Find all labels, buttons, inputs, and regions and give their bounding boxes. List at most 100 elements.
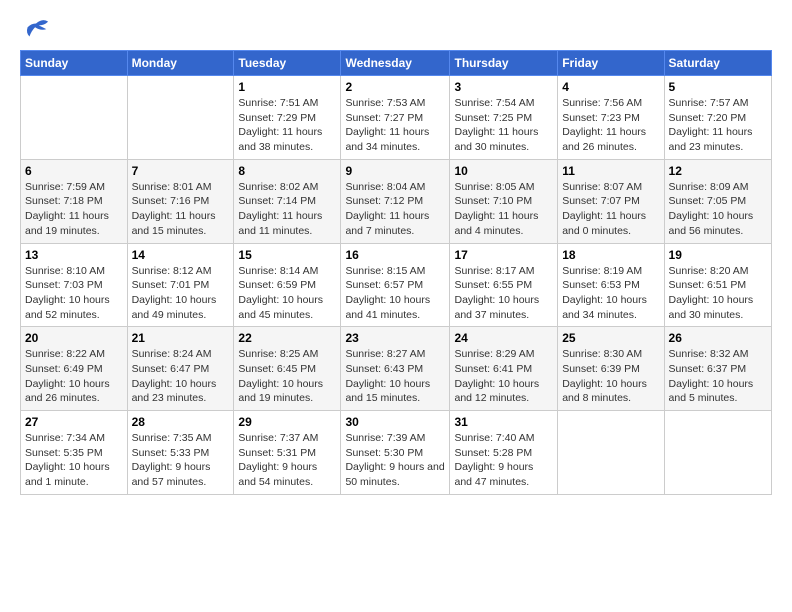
day-info: Sunrise: 7:57 AM Sunset: 7:20 PM Dayligh… — [669, 96, 767, 155]
calendar-cell: 13Sunrise: 8:10 AM Sunset: 7:03 PM Dayli… — [21, 243, 128, 327]
calendar-cell: 14 Sunrise: 8:12 AM Sunset: 7:01 PM Dayli… — [127, 243, 234, 327]
day-number: 7 — [132, 164, 230, 178]
calendar-cell: 20 Sunrise: 8:22 AM Sunset: 6:49 PM Dayli… — [21, 327, 128, 411]
day-info: Sunrise: 8:14 AM Sunset: 6:59 PM Dayligh… — [238, 264, 336, 323]
calendar-week-row: 27 Sunrise: 7:34 AM Sunset: 5:35 PM Dayli… — [21, 411, 772, 495]
calendar-cell: 17Sunrise: 8:17 AM Sunset: 6:55 PM Dayli… — [450, 243, 558, 327]
header — [20, 16, 772, 40]
day-info: Sunrise: 7:40 AM Sunset: 5:28 PM Dayligh… — [454, 431, 553, 490]
day-number: 15 — [238, 248, 336, 262]
day-info: Sunrise: 8:19 AM Sunset: 6:53 PM Dayligh… — [562, 264, 659, 323]
day-info: Sunrise: 7:34 AM Sunset: 5:35 PM Dayligh… — [25, 431, 123, 490]
calendar-cell: 10Sunrise: 8:05 AM Sunset: 7:10 PM Dayli… — [450, 159, 558, 243]
calendar-cell: 7 Sunrise: 8:01 AM Sunset: 7:16 PM Daylig… — [127, 159, 234, 243]
day-number: 2 — [345, 80, 445, 94]
day-info: Sunrise: 8:29 AM Sunset: 6:41 PM Dayligh… — [454, 347, 553, 406]
day-number: 3 — [454, 80, 553, 94]
day-number: 23 — [345, 331, 445, 345]
day-number: 24 — [454, 331, 553, 345]
day-info: Sunrise: 8:12 AM Sunset: 7:01 PM Dayligh… — [132, 264, 230, 323]
day-info: Sunrise: 8:24 AM Sunset: 6:47 PM Dayligh… — [132, 347, 230, 406]
calendar-cell: 31 Sunrise: 7:40 AM Sunset: 5:28 PM Dayli… — [450, 411, 558, 495]
day-of-week-header: Tuesday — [234, 51, 341, 76]
day-number: 25 — [562, 331, 659, 345]
day-info: Sunrise: 7:35 AM Sunset: 5:33 PM Dayligh… — [132, 431, 230, 490]
day-info: Sunrise: 8:02 AM Sunset: 7:14 PM Dayligh… — [238, 180, 336, 239]
calendar-cell: 30 Sunrise: 7:39 AM Sunset: 5:30 PM Dayli… — [341, 411, 450, 495]
calendar-cell: 22Sunrise: 8:25 AM Sunset: 6:45 PM Dayli… — [234, 327, 341, 411]
day-number: 18 — [562, 248, 659, 262]
calendar-cell: 19Sunrise: 8:20 AM Sunset: 6:51 PM Dayli… — [664, 243, 771, 327]
day-info: Sunrise: 8:30 AM Sunset: 6:39 PM Dayligh… — [562, 347, 659, 406]
day-number: 6 — [25, 164, 123, 178]
day-number: 14 — [132, 248, 230, 262]
calendar-cell — [664, 411, 771, 495]
calendar-cell: 9 Sunrise: 8:04 AM Sunset: 7:12 PM Daylig… — [341, 159, 450, 243]
day-number: 21 — [132, 331, 230, 345]
day-number: 11 — [562, 164, 659, 178]
day-of-week-header: Saturday — [664, 51, 771, 76]
calendar-cell: 12 Sunrise: 8:09 AM Sunset: 7:05 PM Dayli… — [664, 159, 771, 243]
page: SundayMondayTuesdayWednesdayThursdayFrid… — [0, 0, 792, 612]
calendar-cell — [127, 76, 234, 160]
day-of-week-header: Friday — [558, 51, 664, 76]
calendar-cell: 25 Sunrise: 8:30 AM Sunset: 6:39 PM Dayli… — [558, 327, 664, 411]
day-number: 29 — [238, 415, 336, 429]
calendar-cell: 18 Sunrise: 8:19 AM Sunset: 6:53 PM Dayli… — [558, 243, 664, 327]
calendar-cell: 15 Sunrise: 8:14 AM Sunset: 6:59 PM Dayli… — [234, 243, 341, 327]
calendar-cell: 28 Sunrise: 7:35 AM Sunset: 5:33 PM Dayli… — [127, 411, 234, 495]
day-info: Sunrise: 8:01 AM Sunset: 7:16 PM Dayligh… — [132, 180, 230, 239]
calendar-cell: 21 Sunrise: 8:24 AM Sunset: 6:47 PM Dayli… — [127, 327, 234, 411]
day-number: 13 — [25, 248, 123, 262]
calendar-week-row: 6 Sunrise: 7:59 AM Sunset: 7:18 PM Daylig… — [21, 159, 772, 243]
day-number: 8 — [238, 164, 336, 178]
calendar-table: SundayMondayTuesdayWednesdayThursdayFrid… — [20, 50, 772, 495]
day-info: Sunrise: 8:22 AM Sunset: 6:49 PM Dayligh… — [25, 347, 123, 406]
day-number: 26 — [669, 331, 767, 345]
day-of-week-header: Wednesday — [341, 51, 450, 76]
calendar-cell: 29 Sunrise: 7:37 AM Sunset: 5:31 PM Dayli… — [234, 411, 341, 495]
day-info: Sunrise: 7:51 AM Sunset: 7:29 PM Dayligh… — [238, 96, 336, 155]
calendar-week-row: 1 Sunrise: 7:51 AM Sunset: 7:29 PM Daylig… — [21, 76, 772, 160]
day-number: 31 — [454, 415, 553, 429]
calendar-cell: 2 Sunrise: 7:53 AM Sunset: 7:27 PM Daylig… — [341, 76, 450, 160]
day-number: 9 — [345, 164, 445, 178]
day-info: Sunrise: 7:54 AM Sunset: 7:25 PM Dayligh… — [454, 96, 553, 155]
calendar-cell: 11Sunrise: 8:07 AM Sunset: 7:07 PM Dayli… — [558, 159, 664, 243]
calendar-cell — [558, 411, 664, 495]
calendar-cell: 23Sunrise: 8:27 AM Sunset: 6:43 PM Dayli… — [341, 327, 450, 411]
day-number: 30 — [345, 415, 445, 429]
day-of-week-header: Monday — [127, 51, 234, 76]
calendar-cell: 24 Sunrise: 8:29 AM Sunset: 6:41 PM Dayli… — [450, 327, 558, 411]
calendar-cell: 4Sunrise: 7:56 AM Sunset: 7:23 PM Daylig… — [558, 76, 664, 160]
day-number: 12 — [669, 164, 767, 178]
day-number: 1 — [238, 80, 336, 94]
calendar-cell: 27 Sunrise: 7:34 AM Sunset: 5:35 PM Dayli… — [21, 411, 128, 495]
day-number: 27 — [25, 415, 123, 429]
day-info: Sunrise: 7:56 AM Sunset: 7:23 PM Dayligh… — [562, 96, 659, 155]
day-of-week-header: Sunday — [21, 51, 128, 76]
calendar-week-row: 20 Sunrise: 8:22 AM Sunset: 6:49 PM Dayli… — [21, 327, 772, 411]
calendar-cell: 5Sunrise: 7:57 AM Sunset: 7:20 PM Daylig… — [664, 76, 771, 160]
day-info: Sunrise: 8:17 AM Sunset: 6:55 PM Dayligh… — [454, 264, 553, 323]
day-number: 22 — [238, 331, 336, 345]
day-number: 28 — [132, 415, 230, 429]
calendar-cell: 26Sunrise: 8:32 AM Sunset: 6:37 PM Dayli… — [664, 327, 771, 411]
day-of-week-header: Thursday — [450, 51, 558, 76]
day-info: Sunrise: 8:04 AM Sunset: 7:12 PM Dayligh… — [345, 180, 445, 239]
day-info: Sunrise: 8:20 AM Sunset: 6:51 PM Dayligh… — [669, 264, 767, 323]
day-info: Sunrise: 8:09 AM Sunset: 7:05 PM Dayligh… — [669, 180, 767, 239]
day-number: 20 — [25, 331, 123, 345]
day-number: 10 — [454, 164, 553, 178]
calendar-cell: 8 Sunrise: 8:02 AM Sunset: 7:14 PM Daylig… — [234, 159, 341, 243]
day-info: Sunrise: 7:53 AM Sunset: 7:27 PM Dayligh… — [345, 96, 445, 155]
logo-bird-icon — [22, 16, 50, 44]
calendar-cell: 1 Sunrise: 7:51 AM Sunset: 7:29 PM Daylig… — [234, 76, 341, 160]
calendar-cell: 6 Sunrise: 7:59 AM Sunset: 7:18 PM Daylig… — [21, 159, 128, 243]
calendar-header-row: SundayMondayTuesdayWednesdayThursdayFrid… — [21, 51, 772, 76]
day-info: Sunrise: 7:37 AM Sunset: 5:31 PM Dayligh… — [238, 431, 336, 490]
day-info: Sunrise: 7:59 AM Sunset: 7:18 PM Dayligh… — [25, 180, 123, 239]
calendar-week-row: 13Sunrise: 8:10 AM Sunset: 7:03 PM Dayli… — [21, 243, 772, 327]
calendar-cell: 16Sunrise: 8:15 AM Sunset: 6:57 PM Dayli… — [341, 243, 450, 327]
day-info: Sunrise: 7:39 AM Sunset: 5:30 PM Dayligh… — [345, 431, 445, 490]
